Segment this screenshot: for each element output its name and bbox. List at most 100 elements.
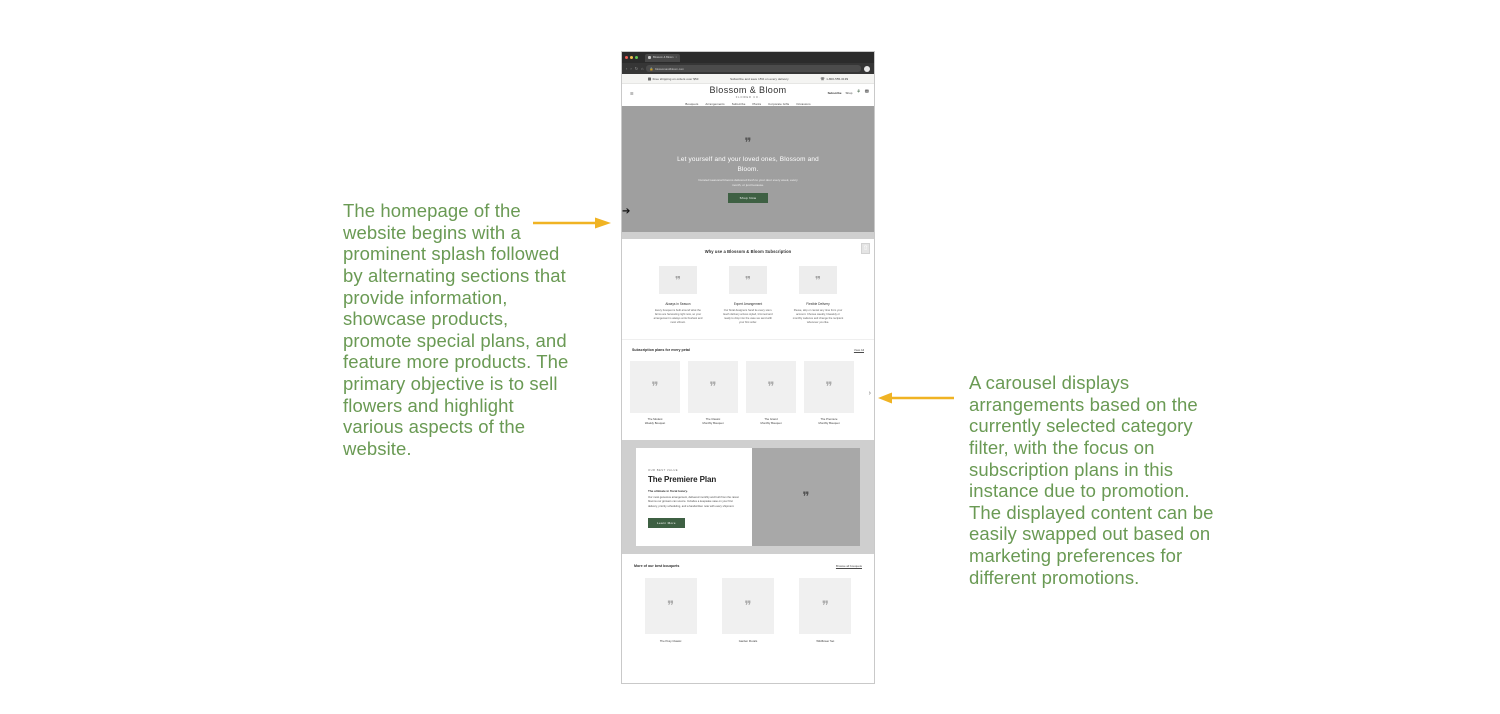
- product-card[interactable]: ❞ Wildflower Set: [799, 577, 852, 643]
- annotation-arrow-left: [533, 216, 611, 230]
- product-card-caption: The Posy Classic: [659, 638, 682, 643]
- image-placeholder-icon: ❞: [815, 274, 821, 287]
- announcement-item: Subscribe and save 15% on every delivery: [730, 76, 789, 81]
- nav-item-arrangements[interactable]: Arrangements: [705, 102, 724, 106]
- products-browse-link[interactable]: Browse all bouquets: [836, 564, 862, 568]
- feature-card: ❞ Expert Arrangement Our floral designer…: [722, 266, 774, 325]
- carousel-card-caption: The Grand Monthly Bouquet: [760, 417, 782, 426]
- hero-subheading: Curated seasonal blooms delivered fresh …: [698, 178, 798, 187]
- feature-card: ❞ Always in Season Every bouquet is buil…: [652, 266, 704, 325]
- header-actions: Subscribe Shop ⚘ ⛃: [828, 90, 869, 95]
- image-placeholder-icon: ❞: [745, 274, 751, 287]
- home-icon[interactable]: ⌂: [641, 66, 643, 71]
- nav-item-bouquets[interactable]: Bouquets: [685, 102, 698, 106]
- product-card-image: ❞: [644, 577, 697, 634]
- carousel-section: Subscription plans for every petal View …: [622, 339, 874, 440]
- carousel-card[interactable]: ❞ The Classic Monthly Bouquet: [688, 361, 738, 425]
- nav-item-plants[interactable]: Plants: [752, 102, 761, 106]
- image-placeholder-icon: ❞: [767, 379, 775, 395]
- product-card-caption: Wildflower Set: [816, 638, 835, 643]
- nav-item-corporate-gifts[interactable]: Corporate Gifts: [768, 102, 789, 106]
- carousel-title: Subscription plans for every petal: [632, 348, 690, 353]
- header-link-subscribe[interactable]: Subscribe: [828, 91, 842, 95]
- browser-titlebar: Blossom & Bloom ×: [622, 52, 874, 63]
- promo-section: OUR BEST VALUE The Premiere Plan The ult…: [622, 439, 874, 554]
- carousel-card[interactable]: ❞ The Premiere Monthly Bouquet: [804, 361, 854, 425]
- feature-image: ❞: [659, 266, 697, 294]
- nav-item-subscribe[interactable]: Subscribe: [732, 102, 746, 106]
- hero-cta-button[interactable]: Shop Now: [727, 193, 769, 204]
- announcement-bar: ▤ Free shipping on orders over $50 Subscr…: [622, 74, 874, 84]
- window-minimize-button[interactable]: [630, 56, 633, 59]
- promo-heading: The Premiere Plan: [648, 475, 717, 485]
- promo-body: Our most generous arrangement, delivered…: [648, 496, 739, 508]
- feature-title: Flexible Delivery: [806, 302, 830, 306]
- mouse-cursor-icon: ➔: [622, 206, 631, 217]
- product-card[interactable]: ❞ Garden Florals: [721, 577, 774, 643]
- annotation-left: The homepage of the website begins with …: [343, 200, 569, 460]
- announcement-item: ☏ 1-800-555-0199: [820, 76, 849, 81]
- carousel-card-image: ❞: [688, 361, 738, 414]
- carousel-card-image: ❞: [804, 361, 854, 414]
- image-placeholder-icon: ❞: [821, 597, 829, 613]
- forward-arrow-icon[interactable]: ›: [630, 66, 631, 71]
- products-section: More of our best bouquets Browse all bou…: [622, 553, 874, 657]
- product-card-caption: Garden Florals: [738, 638, 758, 643]
- browser-tabstrip: Blossom & Bloom ×: [645, 53, 680, 62]
- hamburger-menu-icon[interactable]: ☰: [630, 91, 634, 96]
- promo-cta-button[interactable]: Learn More: [648, 518, 685, 529]
- feature-card: ❞ Flexible Delivery Pause, skip or cance…: [792, 266, 844, 325]
- carousel-track[interactable]: ❞ The Modest Weekly Bouquet ❞ The Classic…: [630, 361, 866, 425]
- image-placeholder-icon: ❞: [651, 379, 659, 395]
- section-divider: [622, 232, 874, 239]
- image-placeholder-icon: ❞: [802, 488, 810, 504]
- address-bar-url: blossomandbloom.com: [655, 66, 684, 71]
- back-to-top-button[interactable]: ⇧: [861, 243, 870, 254]
- reload-icon[interactable]: ↻: [635, 66, 638, 71]
- address-bar[interactable]: 🔒 blossomandbloom.com: [646, 65, 861, 72]
- product-card[interactable]: ❞ The Posy Classic: [644, 577, 697, 643]
- browser-tab[interactable]: Blossom & Bloom ×: [645, 53, 680, 62]
- carousel-card-image: ❞: [746, 361, 796, 414]
- feature-body: Our floral designers hand tie every stem…: [723, 309, 773, 325]
- chevron-right-icon[interactable]: ›: [869, 390, 871, 397]
- promo-image: ❞: [752, 447, 860, 546]
- screenshot-stage: The homepage of the website begins with …: [0, 0, 1500, 714]
- annotation-arrow-right: [878, 391, 954, 405]
- window-maximize-button[interactable]: [635, 56, 638, 59]
- lock-icon: 🔒: [649, 66, 654, 71]
- product-card-image: ❞: [721, 577, 774, 634]
- profile-avatar-icon[interactable]: [864, 65, 870, 72]
- hero-section: ❞ Let yourself and your loved ones, Blos…: [622, 106, 874, 232]
- tab-title: Blossom & Bloom: [653, 56, 674, 59]
- nav-item-occasions[interactable]: Occasions: [796, 102, 810, 106]
- image-placeholder-icon: ❞: [744, 597, 752, 613]
- back-arrow-icon[interactable]: ‹: [626, 66, 627, 71]
- cart-icon[interactable]: ⛃: [865, 90, 869, 95]
- feature-image: ❞: [799, 266, 837, 294]
- phone-icon: ☏: [820, 76, 825, 81]
- tab-favicon-icon: [648, 56, 651, 59]
- features-section: ⇧ Why use a Blossom & Bloom Subscription…: [622, 239, 874, 340]
- promo-inner: OUR BEST VALUE The Premiere Plan The ult…: [636, 447, 860, 546]
- annotation-right: A carousel displays arrangements based o…: [969, 372, 1214, 588]
- browser-window: Blossom & Bloom × ‹ › ↻ ⌂ 🔒 blossomandbl…: [621, 51, 875, 684]
- carousel-header: Subscription plans for every petal View …: [630, 348, 866, 352]
- window-close-button[interactable]: [625, 56, 628, 59]
- browser-urlbar: ‹ › ↻ ⌂ 🔒 blossomandbloom.com: [622, 63, 874, 74]
- logo-subtitle: FLOWER CO.: [735, 95, 761, 99]
- image-placeholder-icon: ❞: [709, 379, 717, 395]
- site-logo[interactable]: Blossom & Bloom FLOWER CO.: [709, 86, 786, 99]
- tab-close-icon[interactable]: ×: [675, 56, 677, 59]
- header-link-shop[interactable]: Shop: [846, 91, 853, 95]
- feature-image: ❞: [729, 266, 767, 294]
- carousel-view-all-link[interactable]: View All: [854, 348, 864, 352]
- products-row: ❞ The Posy Classic ❞ Garden Florals ❞ Wi…: [632, 577, 864, 643]
- promo-lead: The ultimate in floral luxury.: [648, 489, 688, 494]
- account-icon[interactable]: ⚘: [856, 90, 860, 95]
- image-placeholder-icon: ❞: [825, 379, 833, 395]
- carousel-card[interactable]: ❞ The Grand Monthly Bouquet: [746, 361, 796, 425]
- carousel-card[interactable]: ❞ The Modest Weekly Bouquet: [630, 361, 680, 425]
- logo-mark: Blossom & Bloom: [709, 85, 787, 95]
- image-placeholder-icon: ❞: [667, 597, 675, 613]
